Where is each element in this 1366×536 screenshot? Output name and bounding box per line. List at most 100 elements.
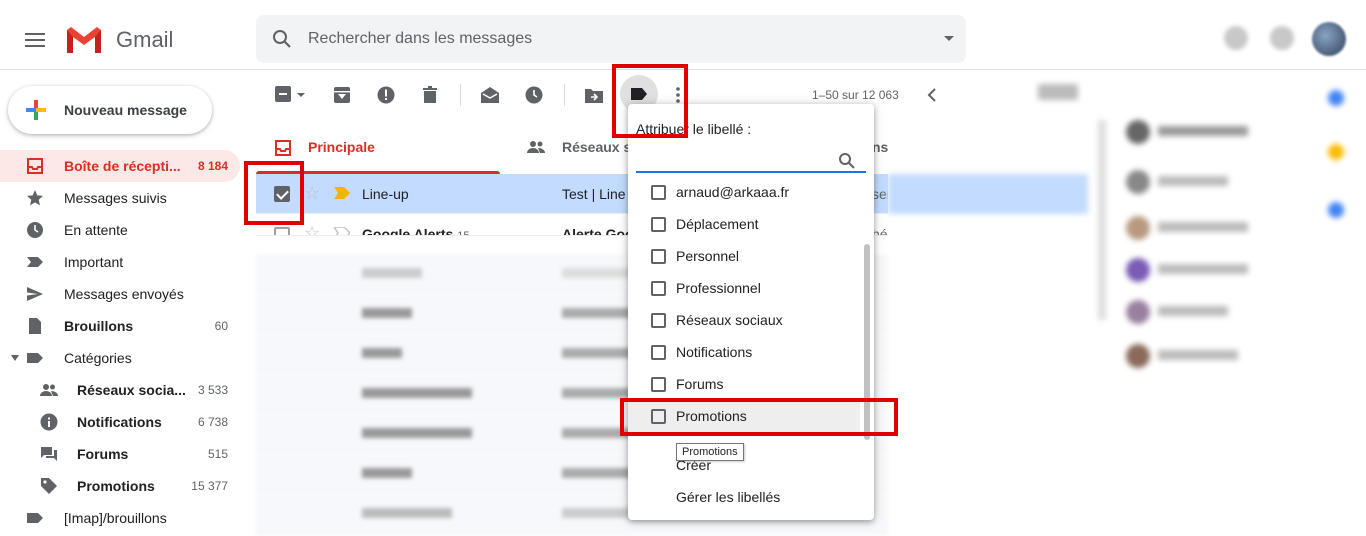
label-option-text: Forums	[676, 376, 724, 392]
sidebar-item-promotions[interactable]: Promotions 15 377	[0, 470, 240, 502]
pagination-text: 1–50 sur 12 063	[812, 88, 899, 102]
sidebar-item-social[interactable]: Réseaux socia... 3 533	[0, 374, 240, 406]
select-dropdown-icon[interactable]	[296, 85, 306, 105]
label-menu: Attribuer le libellé : arnaud@arkaaa.fr …	[628, 104, 874, 520]
sender: Google Alerts 15	[362, 226, 470, 236]
label-list: arnaud@arkaaa.fr Déplacement Personnel P…	[628, 178, 860, 448]
gmail-logo-icon[interactable]	[64, 26, 104, 54]
label-search-input[interactable]	[636, 147, 866, 173]
sidebar-item-label: Brouillons	[64, 318, 134, 334]
search-bar[interactable]	[256, 15, 966, 63]
top-bar: Gmail	[0, 0, 1366, 70]
search-icon[interactable]	[270, 27, 294, 51]
label-checkbox[interactable]	[651, 377, 666, 392]
star-icon[interactable]: ☆	[304, 223, 320, 235]
sidebar-item-label: Notifications	[77, 414, 162, 430]
label-icon	[631, 88, 647, 100]
label-checkbox[interactable]	[651, 249, 666, 264]
draft-icon	[29, 318, 41, 334]
more-options-icon[interactable]	[668, 85, 688, 105]
sidebar-item-label: Messages envoyés	[64, 286, 184, 302]
label-option[interactable]: Notifications	[628, 336, 860, 368]
label-checkbox[interactable]	[651, 313, 666, 328]
toolbar-divider	[564, 84, 565, 106]
delete-icon[interactable]	[420, 85, 440, 105]
account-avatar[interactable]	[1312, 22, 1346, 56]
sidebar-item-label: [Imap]/brouillons	[64, 510, 167, 526]
tab-label: Principale	[308, 139, 375, 155]
archive-icon[interactable]	[332, 85, 352, 105]
sidebar-item-label: Important	[64, 254, 124, 270]
label-option-text: Notifications	[676, 344, 753, 360]
report-spam-icon[interactable]	[376, 85, 396, 105]
tag-icon	[41, 478, 57, 494]
settings-icon[interactable]	[1270, 26, 1294, 50]
snippet: hé	[872, 226, 888, 236]
unread-count: 515	[207, 447, 228, 461]
label-checkbox[interactable]	[651, 281, 666, 296]
label-option[interactable]: Personnel	[628, 240, 860, 272]
main-menu-button[interactable]	[22, 27, 48, 53]
snippet: ser	[872, 186, 888, 202]
subject: Test | Line	[562, 186, 626, 202]
sender-name: Google Alerts	[362, 226, 454, 236]
clock-icon	[27, 222, 43, 238]
mark-as-read-icon[interactable]	[480, 85, 500, 105]
sidebar-item-starred[interactable]: Messages suivis	[0, 182, 240, 214]
label-list-scrollbar[interactable]	[864, 244, 870, 440]
select-all-checkbox-icon[interactable]	[274, 85, 294, 105]
tab-promotions-partial[interactable]: ns	[872, 139, 888, 155]
label-checkbox[interactable]	[651, 185, 666, 200]
thread-count: 15	[457, 230, 470, 236]
draft-count: 60	[214, 319, 228, 333]
manage-labels-link[interactable]: Gérer les libellés	[676, 489, 780, 505]
label-option[interactable]: arnaud@arkaaa.fr	[628, 178, 860, 208]
sidebar-item-categories[interactable]: Catégories	[0, 342, 240, 374]
label-checkbox[interactable]	[651, 409, 666, 424]
label-option[interactable]: Déplacement	[628, 208, 860, 240]
search-input[interactable]	[308, 27, 908, 51]
label-checkbox[interactable]	[651, 345, 666, 360]
side-panel-blurred	[888, 70, 1366, 536]
inbox-icon	[27, 158, 43, 174]
sidebar-item-notifications[interactable]: Notifications 6 738	[0, 406, 240, 438]
important-marker-icon[interactable]	[334, 187, 350, 199]
info-icon	[40, 413, 58, 431]
people-icon	[527, 141, 545, 153]
tab-primary[interactable]: Principale	[256, 120, 500, 174]
label-icon	[27, 513, 43, 523]
sidebar-item-drafts[interactable]: Brouillons 60	[0, 310, 240, 342]
unread-count: 15 377	[191, 479, 228, 493]
label-option-promotions[interactable]: Promotions	[628, 400, 860, 432]
important-icon	[27, 257, 43, 267]
compose-button[interactable]: Nouveau message	[8, 86, 212, 134]
search-options-icon[interactable]	[944, 36, 954, 41]
important-marker-icon[interactable]	[334, 227, 350, 236]
sidebar-item-inbox[interactable]: Boîte de récepti... 8 184	[0, 150, 240, 182]
star-icon[interactable]: ☆	[304, 183, 320, 203]
sidebar-item-snoozed[interactable]: En attente	[0, 214, 240, 246]
unread-count: 6 738	[197, 415, 228, 429]
sidebar-item-sent[interactable]: Messages envoyés	[0, 278, 240, 310]
row-checkbox[interactable]	[274, 186, 290, 202]
sidebar-item-important[interactable]: Important	[0, 246, 240, 278]
move-to-icon[interactable]	[584, 85, 604, 105]
label-checkbox[interactable]	[651, 217, 666, 232]
sidebar-item-label: En attente	[64, 222, 128, 238]
toolbar-divider	[460, 84, 461, 106]
compose-label: Nouveau message	[64, 102, 187, 118]
forum-icon	[41, 447, 57, 461]
plus-icon	[26, 100, 46, 120]
label-option[interactable]: Professionnel	[628, 272, 860, 304]
unread-count: 3 533	[197, 383, 228, 397]
search-icon[interactable]	[838, 152, 856, 170]
sidebar-item-imap-drafts[interactable]: [Imap]/brouillons	[0, 502, 240, 534]
label-option[interactable]: Réseaux sociaux	[628, 304, 860, 336]
label-option[interactable]: Forums	[628, 368, 860, 400]
row-checkbox[interactable]	[274, 227, 290, 235]
caret-down-icon[interactable]	[11, 355, 19, 361]
help-icon[interactable]	[1224, 26, 1248, 50]
snooze-icon[interactable]	[524, 85, 544, 105]
sidebar-item-forums[interactable]: Forums 515	[0, 438, 240, 470]
tab-social[interactable]: Réseaux s	[520, 120, 631, 174]
